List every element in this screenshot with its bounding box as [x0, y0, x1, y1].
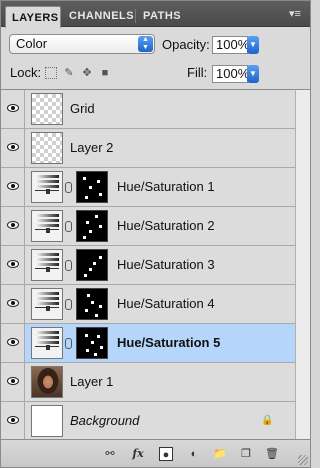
layer-name: Hue/Saturation 2 — [117, 218, 215, 233]
lock-position-icon[interactable]: ✥ — [81, 67, 93, 79]
adjustment-thumbnail — [31, 288, 63, 320]
opacity-dropdown-icon[interactable]: ▼ — [247, 36, 259, 54]
layer-mask-thumbnail[interactable] — [76, 171, 108, 203]
layer-mask-thumbnail[interactable] — [76, 288, 108, 320]
adjustment-thumbnail — [31, 327, 63, 359]
fill-dropdown-icon[interactable]: ▼ — [247, 65, 259, 83]
new-layer-icon[interactable]: ❐ — [239, 447, 253, 461]
layer-thumbnail — [31, 93, 63, 125]
fill-label: Fill: — [187, 65, 208, 80]
layer-row-layer-2[interactable]: Layer 2 — [1, 129, 295, 168]
panel-tab-bar: LAYERS CHANNELS PATHS ▾≡ — [1, 1, 310, 28]
lock-image-pixels-icon[interactable]: ✎ — [63, 67, 75, 79]
link-chain-icon[interactable] — [65, 299, 72, 310]
layers-panel: LAYERS CHANNELS PATHS ▾≡ Color ▲ ▼ Opacit… — [0, 0, 311, 468]
layer-list: Grid Layer 2 Hue/Saturation 1 Hue/Satura… — [1, 89, 295, 439]
layer-name: Layer 1 — [70, 374, 114, 389]
eye-icon — [7, 182, 19, 190]
link-chain-icon[interactable] — [65, 182, 72, 193]
layer-mask-thumbnail[interactable] — [76, 210, 108, 242]
layer-row-hue-saturation-5[interactable]: Hue/Saturation 5 — [1, 324, 295, 363]
visibility-toggle[interactable] — [1, 324, 25, 362]
visibility-toggle[interactable] — [1, 207, 25, 245]
opacity-label: Opacity: — [162, 37, 210, 52]
eye-icon — [7, 377, 19, 385]
blend-mode-value: Color — [16, 36, 48, 51]
adjustment-thumbnail — [31, 210, 63, 242]
layer-name: Hue/Saturation 3 — [117, 257, 215, 272]
layer-mask-thumbnail[interactable] — [76, 249, 108, 281]
layer-style-fx-icon[interactable]: fx — [131, 447, 145, 461]
eye-icon — [7, 260, 19, 268]
visibility-toggle[interactable] — [1, 285, 25, 323]
layer-row-hue-saturation-2[interactable]: Hue/Saturation 2 — [1, 207, 295, 246]
layer-row-hue-saturation-3[interactable]: Hue/Saturation 3 — [1, 246, 295, 285]
layer-name: Hue/Saturation 4 — [117, 296, 215, 311]
photo-thumbnail — [31, 366, 63, 398]
resize-grip-icon[interactable] — [298, 455, 308, 465]
eye-icon — [7, 299, 19, 307]
lock-icon: 🔒 — [261, 415, 274, 426]
eye-icon — [7, 104, 19, 112]
lock-all-icon[interactable]: ■ — [99, 67, 111, 79]
visibility-toggle[interactable] — [1, 168, 25, 206]
fill-input[interactable]: 100% — [212, 65, 249, 83]
visibility-toggle[interactable] — [1, 129, 25, 167]
tab-paths[interactable]: PATHS — [137, 5, 187, 27]
layer-row-layer-1[interactable]: Layer 1 — [1, 363, 295, 402]
tab-separator — [135, 9, 136, 23]
layer-name: Hue/Saturation 1 — [117, 179, 215, 194]
layer-row-background[interactable]: Background 🔒 — [1, 402, 295, 439]
layer-name: Layer 2 — [70, 140, 114, 155]
eye-icon — [7, 221, 19, 229]
layer-row-grid[interactable]: Grid — [1, 90, 295, 129]
visibility-toggle[interactable] — [1, 246, 25, 284]
opacity-input[interactable]: 100% — [212, 36, 249, 54]
layer-thumbnail — [31, 132, 63, 164]
add-layer-mask-icon[interactable]: ● — [159, 447, 173, 461]
link-chain-icon[interactable] — [65, 338, 72, 349]
layer-mask-thumbnail[interactable] — [76, 327, 108, 359]
panel-menu-icon[interactable]: ▾≡ — [288, 8, 302, 20]
visibility-toggle[interactable] — [1, 90, 25, 128]
layer-name: Grid — [70, 101, 95, 116]
updown-arrows-icon: ▲ ▼ — [138, 36, 153, 52]
eye-icon — [7, 416, 19, 424]
panel-footer: ⚯ fx ● ◐ 📁 ❐ 🗑 — [1, 439, 310, 467]
link-layers-icon[interactable]: ⚯ — [103, 447, 117, 461]
adjustment-thumbnail — [31, 171, 63, 203]
new-adjustment-layer-icon[interactable]: ◐ — [187, 447, 201, 461]
link-chain-icon[interactable] — [65, 221, 72, 232]
delete-layer-icon[interactable]: 🗑 — [265, 447, 279, 461]
tab-layers[interactable]: LAYERS — [5, 6, 61, 28]
eye-icon — [7, 338, 19, 346]
layer-row-hue-saturation-1[interactable]: Hue/Saturation 1 — [1, 168, 295, 207]
new-group-icon[interactable]: 📁 — [213, 447, 227, 461]
lock-transparent-pixels-icon[interactable]: . — [45, 67, 57, 79]
layer-row-hue-saturation-4[interactable]: Hue/Saturation 4 — [1, 285, 295, 324]
link-chain-icon[interactable] — [65, 260, 72, 271]
layer-name: Hue/Saturation 5 — [117, 335, 221, 350]
layer-name: Background — [70, 413, 140, 428]
blend-mode-select[interactable]: Color ▲ ▼ — [9, 34, 155, 54]
visibility-toggle[interactable] — [1, 402, 25, 439]
visibility-toggle[interactable] — [1, 363, 25, 401]
lock-label: Lock: — [10, 65, 42, 80]
eye-icon — [7, 143, 19, 151]
layer-list-scrollbar[interactable] — [295, 89, 310, 439]
adjustment-thumbnail — [31, 249, 63, 281]
tab-channels[interactable]: CHANNELS — [63, 5, 140, 27]
layer-thumbnail — [31, 405, 63, 437]
